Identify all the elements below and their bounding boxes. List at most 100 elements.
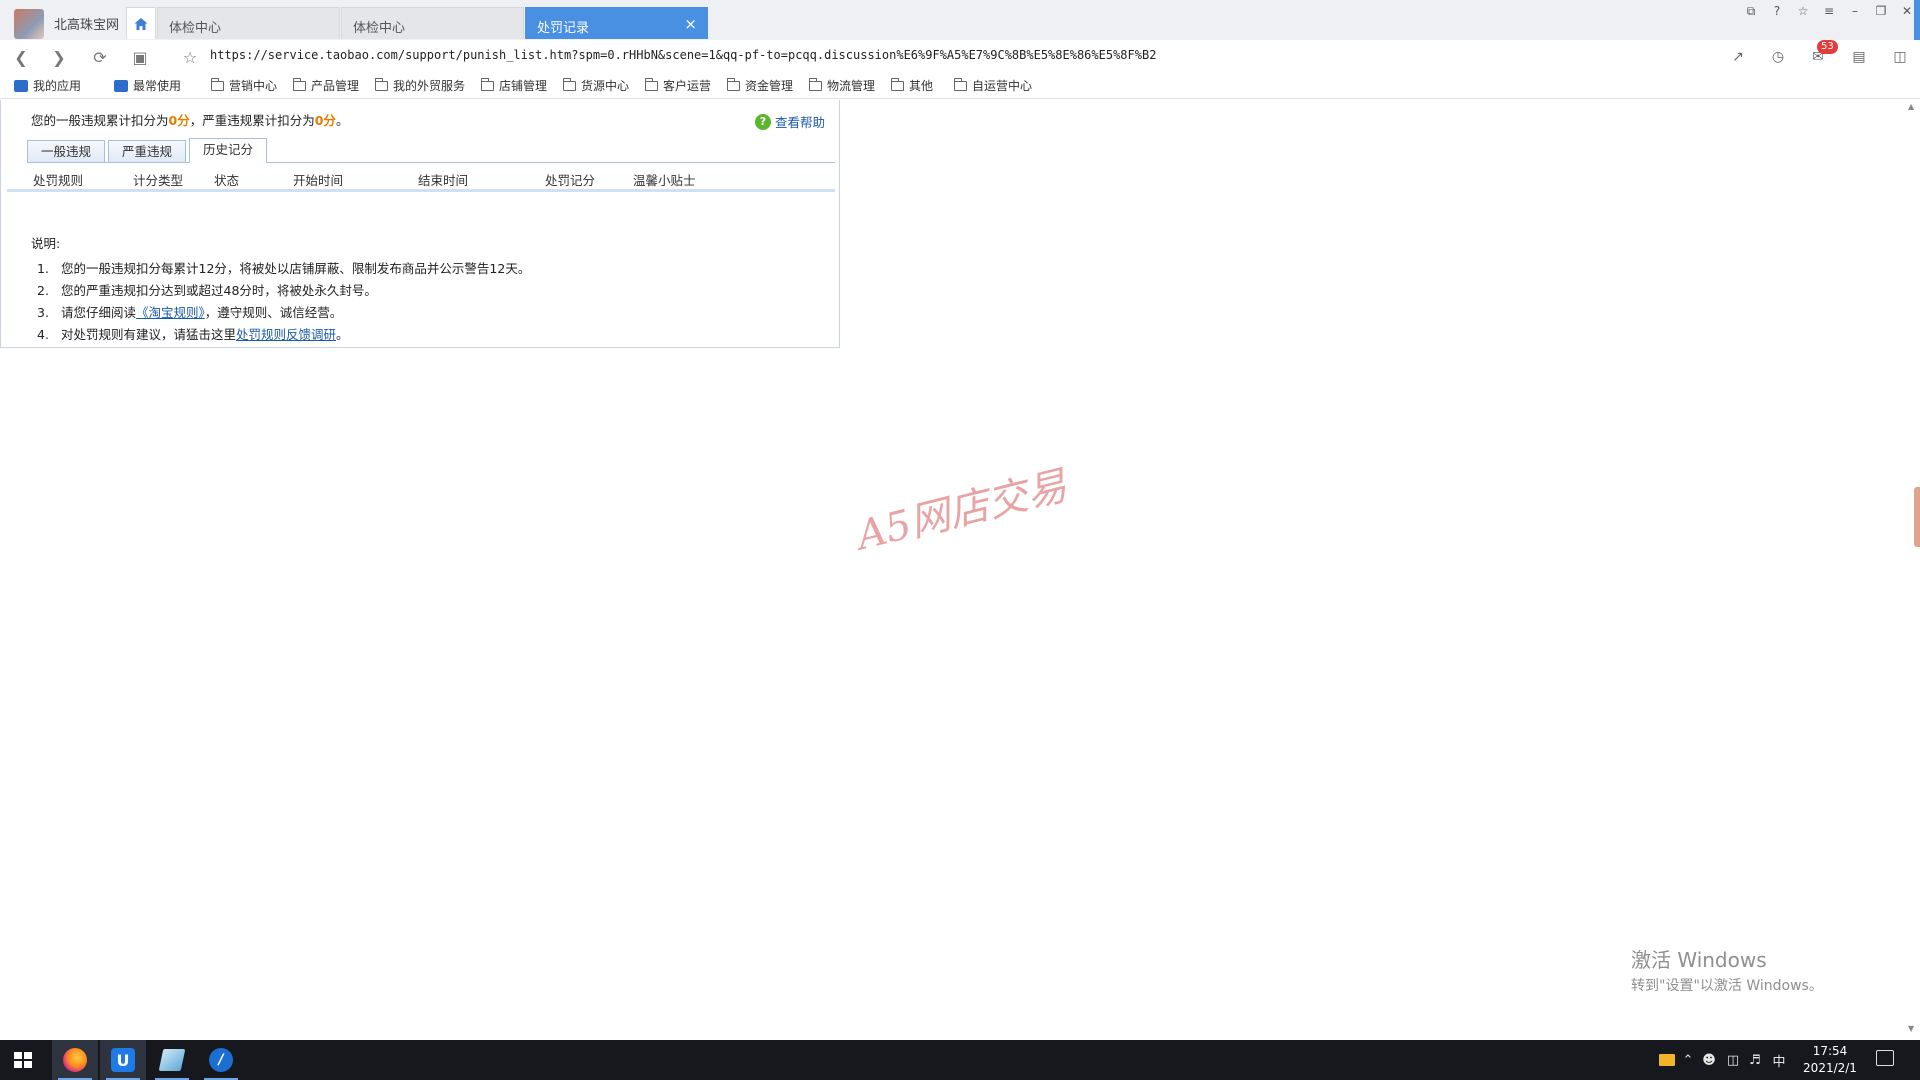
minimize-icon[interactable]: – — [1842, 0, 1868, 22]
tab-history-score[interactable]: 历史记分 — [189, 138, 267, 163]
taskbar-firefox[interactable] — [52, 1040, 98, 1080]
bookmark-label: 我的外贸服务 — [393, 79, 466, 93]
taskbar: U / ⌃ ☻ ◫ ♬ 中 17:54 2021/2/1 — [0, 1040, 1920, 1080]
bookmark-sourcing[interactable]: 货源中心 — [563, 77, 629, 94]
tray-mail-icon[interactable] — [1658, 1040, 1676, 1080]
reader-icon[interactable]: ▤ — [1847, 46, 1871, 68]
skin-icon[interactable]: ☆ — [1790, 0, 1816, 22]
page-scrollbar[interactable]: ▲ ▼ — [1904, 100, 1920, 1038]
bookmark-label: 我的应用 — [33, 79, 82, 93]
column-header: 温馨小贴士 — [633, 173, 696, 188]
address-bar-row: ❮ ❯ ⟳ ▣ ☆ https://service.taobao.com/sup… — [0, 40, 1920, 72]
tab-severe-violation[interactable]: 严重违规 — [108, 140, 186, 162]
folder-icon — [211, 77, 224, 91]
feedback-survey-link[interactable]: 处罚规则反馈调研 — [236, 327, 336, 342]
severe-score: 0分 — [314, 113, 336, 128]
folder-icon — [375, 77, 388, 91]
help-icon: ? — [754, 113, 771, 130]
taskbar-browser[interactable]: U — [100, 1040, 146, 1080]
help-link[interactable]: ? 查看帮助 — [754, 112, 825, 131]
tray-volume-icon[interactable]: ♬ — [1746, 1040, 1764, 1080]
bag-icon[interactable]: ◫ — [1888, 46, 1912, 68]
taskbar-clock[interactable]: 17:54 2021/2/1 — [1794, 1043, 1866, 1077]
note-text: 对处罚规则有建议，请猛击这里 — [61, 327, 237, 342]
bookmark-label: 货源中心 — [581, 79, 630, 93]
note-number: 2. — [37, 283, 49, 298]
help-circle-icon[interactable]: ? — [1764, 0, 1790, 22]
tab-divider — [27, 162, 835, 163]
profile-avatar[interactable] — [14, 9, 44, 39]
history-icon[interactable]: ◷ — [1766, 46, 1790, 68]
bookmark-my-apps[interactable]: 我的应用 — [14, 77, 81, 94]
browser-tab-strip: 北高珠宝网 体检中心 体检中心 处罚记录 × ⧉ ? ☆ ≡ – ❐ ✕ — [0, 0, 1920, 40]
bookmark-self-ops[interactable]: 自运营中心 — [954, 77, 1032, 94]
notes-title: 说明: — [31, 236, 61, 251]
clock-date: 2021/2/1 — [1803, 1061, 1857, 1075]
home-tab[interactable] — [126, 7, 156, 39]
watermark: A5网店交易 — [852, 462, 1072, 560]
side-float-widget[interactable] — [1914, 487, 1920, 547]
column-header: 处罚规则 — [33, 173, 84, 188]
bookmark-trade-services[interactable]: 我的外贸服务 — [375, 77, 465, 94]
tab-health-center-1[interactable]: 体检中心 — [157, 7, 340, 39]
url-field[interactable]: https://service.taobao.com/support/punis… — [210, 48, 1156, 62]
tray-expand-icon[interactable]: ⌃ — [1680, 1040, 1696, 1080]
clock-time: 17:54 — [1812, 1044, 1848, 1058]
note-text: 。 — [336, 327, 349, 342]
menu-icon[interactable]: ≡ — [1816, 0, 1842, 22]
tab-list-icon[interactable]: ⧉ — [1738, 0, 1764, 22]
bookmarks-bar: 我的应用 最常使用 营销中心 产品管理 我的外贸服务 店铺管理 货源中心 客户运… — [0, 73, 1920, 99]
tray-network-icon[interactable]: ◫ — [1724, 1040, 1742, 1080]
tab-label: 体检中心 — [353, 21, 406, 36]
bookmark-label: 其他 — [909, 79, 934, 93]
note-text: 您的严重违规扣分达到或超过48分时，将被处永久封号。 — [61, 283, 377, 298]
note-text: ，遵守规则、诚信经营。 — [204, 305, 343, 320]
bookmark-most-used[interactable]: 最常使用 — [114, 77, 181, 94]
tab-general-violation[interactable]: 一般违规 — [27, 140, 105, 162]
home-page-icon[interactable]: ▣ — [129, 46, 151, 68]
taobao-rules-link[interactable]: 《淘宝规则》 — [136, 305, 205, 320]
summary-text: ，严重违规累计扣分为 — [189, 113, 315, 128]
tab-close-icon[interactable]: × — [684, 15, 697, 33]
notes-section: 说明: 1. 您的一般违规扣分每累计12分，将被处以店铺屏蔽、限制发布商品并公示… — [31, 233, 530, 346]
bookmark-logistics[interactable]: 物流管理 — [809, 77, 875, 94]
bookmark-store[interactable]: 店铺管理 — [481, 77, 547, 94]
folder-icon — [727, 77, 740, 91]
back-icon[interactable]: ❮ — [10, 46, 32, 68]
bookmark-label: 产品管理 — [311, 79, 360, 93]
taskbar-app[interactable]: / — [198, 1040, 244, 1080]
tab-punish-records[interactable]: 处罚记录 × — [525, 7, 708, 39]
notification-icon[interactable] — [1876, 1050, 1894, 1066]
tab-health-center-2[interactable]: 体检中心 — [341, 7, 524, 39]
scroll-down-icon[interactable]: ▼ — [1908, 1024, 1914, 1033]
tray-ime[interactable]: 中 — [1770, 1040, 1788, 1080]
tray-qq-icon[interactable]: ☻ — [1700, 1040, 1718, 1080]
folder-icon — [645, 77, 658, 91]
general-score: 0分 — [168, 113, 190, 128]
bookmark-other[interactable]: 其他 — [891, 77, 933, 94]
bookmark-products[interactable]: 产品管理 — [293, 77, 359, 94]
folder-icon — [891, 77, 904, 91]
column-header: 结束时间 — [418, 173, 469, 188]
reload-icon[interactable]: ⟳ — [89, 46, 111, 68]
forward-icon[interactable]: ❯ — [48, 46, 70, 68]
note-number: 1. — [37, 261, 49, 276]
restore-icon[interactable]: ❐ — [1868, 0, 1894, 22]
list-item: 3. 请您仔细阅读《淘宝规则》，遵守规则、诚信经营。 — [31, 302, 530, 324]
taskbar-notepad[interactable] — [149, 1040, 195, 1080]
punish-record-panel: 您的一般违规累计扣分为0分，严重违规累计扣分为0分。 ? 查看帮助 一般违规 严… — [0, 100, 840, 348]
summary-text: 。 — [335, 113, 349, 128]
note-text: 请您仔细阅读 — [61, 305, 137, 320]
windows-start-icon[interactable] — [14, 1052, 32, 1068]
scroll-up-icon[interactable]: ▲ — [1908, 102, 1914, 111]
bookmark-customers[interactable]: 客户运营 — [645, 77, 711, 94]
app-box-icon — [14, 79, 28, 92]
share-icon[interactable]: ↗ — [1726, 46, 1750, 68]
bookmark-star-icon[interactable]: ☆ — [179, 46, 201, 68]
note-number: 3. — [37, 305, 49, 320]
bookmark-funds[interactable]: 资金管理 — [727, 77, 793, 94]
home-icon — [134, 17, 148, 30]
bookmark-marketing[interactable]: 营销中心 — [211, 77, 277, 94]
column-header: 处罚记分 — [545, 173, 596, 188]
profile-name[interactable]: 北高珠宝网 — [54, 14, 119, 33]
